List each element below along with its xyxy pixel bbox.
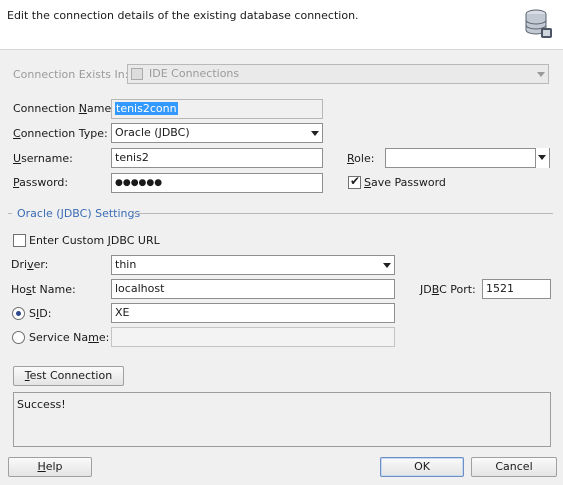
test-connection-button[interactable]: Test Connection	[13, 366, 124, 386]
connection-exists-in-value: IDE Connections	[149, 67, 240, 80]
password-input[interactable]: ●●●●●●	[111, 173, 323, 193]
connection-exists-in-label: Connection Exists In:	[13, 68, 129, 81]
cancel-button[interactable]: Cancel	[471, 457, 557, 477]
connection-name-input[interactable]: tenis2conn	[111, 99, 323, 119]
jdbc-port-input[interactable]: 1521	[482, 279, 551, 299]
driver-value: thin	[115, 258, 137, 271]
chevron-down-icon	[311, 131, 319, 136]
oracle-settings-title: Oracle (JDBC) Settings	[17, 207, 141, 220]
checkmark-icon: ✔	[350, 174, 361, 188]
help-button[interactable]: Help	[8, 457, 92, 477]
host-name-label: Host Name:	[11, 283, 76, 296]
custom-jdbc-checkbox[interactable]	[13, 234, 26, 247]
ok-button[interactable]: OK	[380, 457, 464, 477]
chevron-down-icon	[538, 155, 546, 160]
dialog-header: Edit the connection details of the exist…	[0, 0, 563, 50]
sid-label: SID:	[29, 307, 52, 320]
chevron-down-icon	[383, 263, 391, 268]
save-password-label: Save Password	[364, 176, 446, 189]
sid-radio[interactable]	[12, 307, 25, 320]
host-name-input[interactable]: localhost	[111, 279, 395, 299]
connection-type-label: Connection Type:	[13, 127, 108, 140]
connection-name-label: Connection Name:	[13, 102, 115, 115]
header-description: Edit the connection details of the exist…	[7, 9, 359, 22]
connection-type-select[interactable]: Oracle (JDBC)	[111, 123, 323, 143]
chevron-down-icon	[537, 72, 545, 77]
service-name-radio[interactable]	[12, 331, 25, 344]
section-divider	[132, 213, 553, 214]
service-name-label: Service Name:	[29, 331, 110, 344]
driver-label: Driver:	[11, 258, 49, 271]
driver-select[interactable]: thin	[111, 255, 395, 275]
role-select[interactable]	[385, 148, 550, 168]
jdbc-port-label: JDBC Port:	[420, 283, 476, 296]
section-divider-left	[8, 213, 12, 214]
username-input[interactable]: tenis2	[111, 148, 323, 168]
connection-type-value: Oracle (JDBC)	[115, 126, 190, 139]
sid-input[interactable]: XE	[111, 303, 395, 323]
connection-name-value: tenis2conn	[115, 102, 178, 115]
service-name-input	[111, 327, 395, 347]
save-password-checkbox[interactable]: ✔	[348, 174, 361, 189]
test-result-output: Success!	[13, 392, 551, 447]
password-label: Password:	[13, 176, 69, 189]
connection-exists-in-select: IDE Connections	[127, 64, 549, 84]
database-connection-icon	[525, 9, 552, 38]
username-label: Username:	[13, 152, 73, 165]
ide-connections-icon	[131, 68, 143, 80]
custom-jdbc-label: Enter Custom JDBC URL	[29, 234, 160, 247]
role-label: Role:	[347, 152, 375, 165]
radio-selected-dot	[16, 311, 21, 316]
role-dropdown-button[interactable]	[535, 148, 549, 168]
